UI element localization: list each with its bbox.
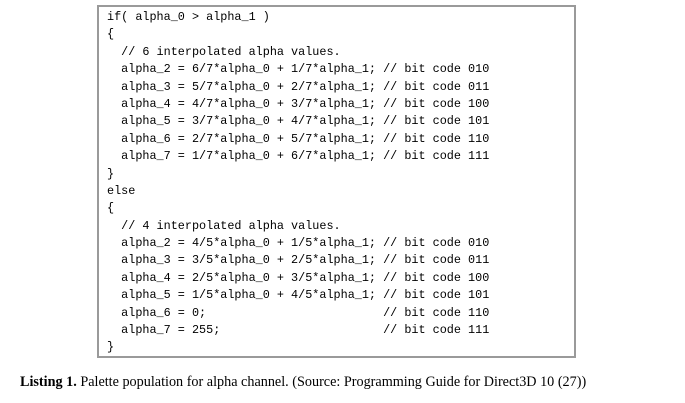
code-line: alpha_2 = 6/7*alpha_0 + 1/7*alpha_1; // … (107, 62, 490, 77)
code-line: { (107, 27, 115, 42)
code-block: if( alpha_0 > alpha_1 ) { // 6 interpolat… (107, 9, 489, 357)
caption-text: Palette population for alpha channel. (S… (76, 374, 587, 390)
code-line: alpha_3 = 5/7*alpha_0 + 2/7*alpha_1; // … (107, 79, 490, 94)
code-line: alpha_6 = 0; // bit code 110 (107, 305, 490, 320)
code-listing-box: if( alpha_0 > alpha_1 ) { // 6 interpolat… (97, 5, 576, 358)
code-line: alpha_6 = 2/7*alpha_0 + 5/7*alpha_1; // … (107, 131, 490, 146)
code-line: alpha_4 = 4/7*alpha_0 + 3/7*alpha_1; // … (107, 96, 490, 111)
code-line: else (107, 183, 136, 198)
code-line: alpha_4 = 2/5*alpha_0 + 3/5*alpha_1; // … (107, 270, 490, 285)
code-line: alpha_2 = 4/5*alpha_0 + 1/5*alpha_1; // … (107, 236, 490, 251)
code-line: { (107, 201, 115, 216)
code-line: alpha_5 = 3/7*alpha_0 + 4/7*alpha_1; // … (107, 114, 490, 129)
code-line: if( alpha_0 > alpha_1 ) (107, 10, 270, 24)
code-line: alpha_3 = 3/5*alpha_0 + 2/5*alpha_1; // … (107, 253, 490, 268)
code-line: alpha_5 = 1/5*alpha_0 + 4/5*alpha_1; // … (107, 288, 490, 303)
code-line: alpha_7 = 1/7*alpha_0 + 6/7*alpha_1; // … (107, 149, 490, 164)
code-line: // 6 interpolated alpha values. (107, 44, 341, 59)
code-line: // 4 interpolated alpha values. (107, 218, 341, 233)
code-line: alpha_7 = 255; // bit code 111 (107, 323, 490, 338)
caption-label: Listing 1. (20, 374, 77, 390)
listing-caption: Listing 1. Palette population for alpha … (20, 374, 586, 391)
code-line: } (107, 340, 115, 355)
code-line: } (107, 166, 115, 181)
